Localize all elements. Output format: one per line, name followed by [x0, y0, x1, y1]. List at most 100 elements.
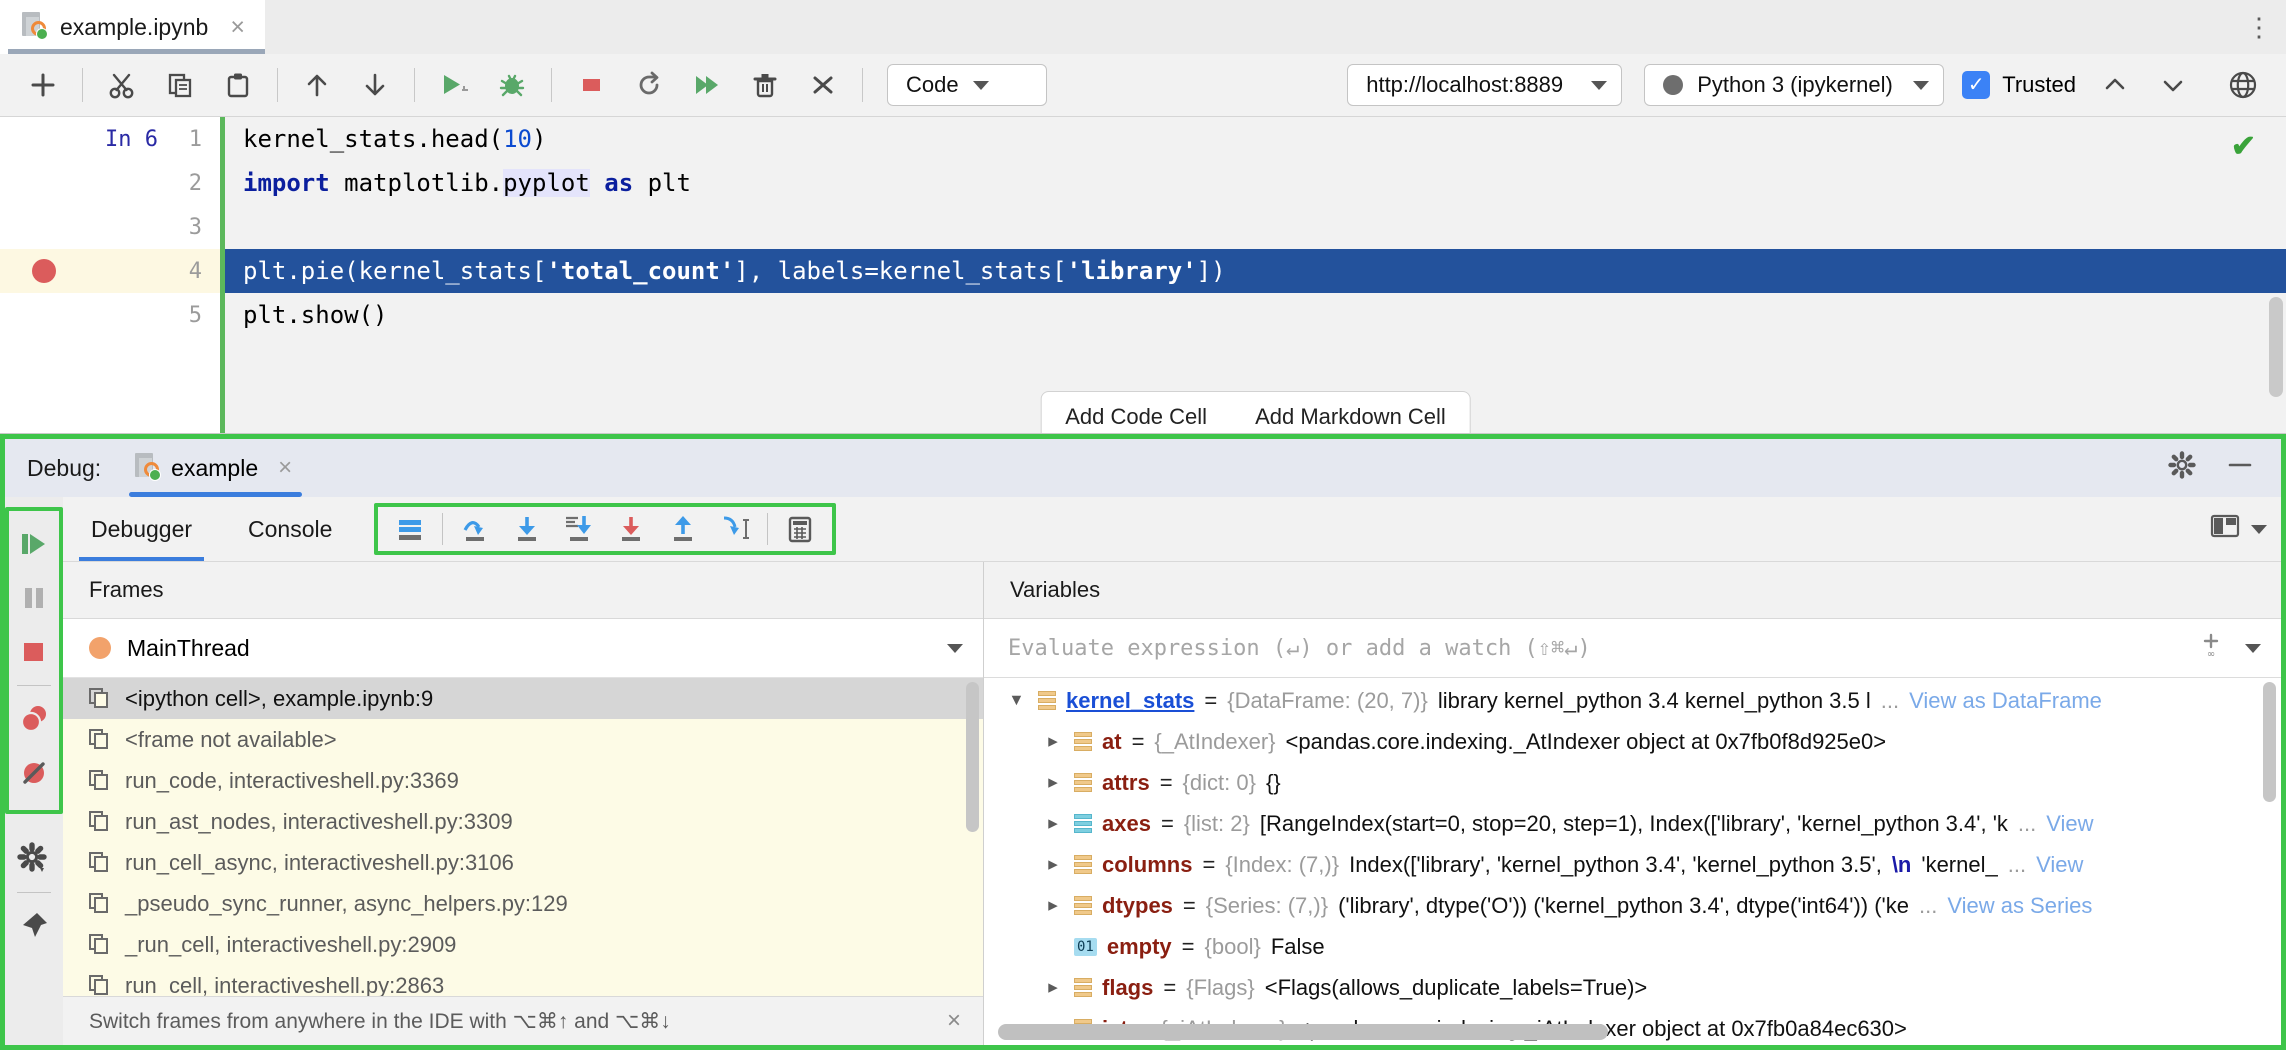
restart-kernel-button[interactable]	[626, 62, 672, 108]
chevron-right-icon[interactable]: ▸	[1042, 771, 1064, 794]
evaluate-expression-input[interactable]: Evaluate expression (↵) or add a watch (…	[984, 619, 2281, 678]
chevron-down-icon[interactable]	[947, 644, 963, 653]
variable-row-at[interactable]: ▸ at = {_AtIndexer} <pandas.core.indexin…	[984, 721, 2281, 762]
notebook-editor[interactable]: In 6 1 2 3 4 5 kernel_stats.head(10	[0, 117, 2286, 434]
gear-icon[interactable]	[2167, 450, 2197, 486]
chevron-down-icon[interactable]	[2251, 525, 2267, 534]
add-code-cell-button[interactable]: Add Code Cell	[1041, 392, 1231, 434]
frame-list-item[interactable]: run_code, interactiveshell.py:3369	[63, 760, 983, 801]
tab-debugger[interactable]: Debugger	[63, 497, 220, 561]
move-cell-up-button[interactable]	[294, 62, 340, 108]
gutter-line-4[interactable]: 4	[0, 249, 220, 293]
trusted-toggle[interactable]: ✓ Trusted	[1962, 71, 2076, 99]
chevron-right-icon[interactable]: ▸	[1042, 976, 1064, 999]
chevron-right-icon[interactable]: ▸	[1042, 894, 1064, 917]
variables-list[interactable]: ▸ kernel_stats = {DataFrame: (20, 7)} li…	[984, 678, 2281, 1045]
cut-cell-button[interactable]	[99, 62, 145, 108]
server-url-dropdown[interactable]: http://localhost:8889	[1347, 64, 1622, 106]
show-execution-point-button[interactable]	[384, 506, 436, 552]
smart-step-into-button[interactable]	[605, 506, 657, 552]
clear-outputs-button[interactable]	[800, 62, 846, 108]
next-cell-button[interactable]	[2150, 62, 2196, 108]
delete-cell-button[interactable]	[742, 62, 788, 108]
frames-list[interactable]: <ipython cell>, example.ipynb:9 <frame n…	[63, 678, 983, 996]
notebook-code-cell[interactable]: In 6 1 2 3 4 5 kernel_stats.head(10	[0, 117, 2286, 433]
interrupt-kernel-button[interactable]	[568, 62, 614, 108]
frames-scrollbar[interactable]	[966, 682, 979, 832]
layout-settings-icon[interactable]	[2209, 512, 2241, 546]
editor-gutter[interactable]: In 6 1 2 3 4 5	[0, 117, 220, 433]
stop-button[interactable]	[10, 625, 58, 679]
variable-row-kernel-stats[interactable]: ▸ kernel_stats = {DataFrame: (20, 7)} li…	[984, 680, 2281, 721]
run-cell-button[interactable]	[431, 62, 477, 108]
debug-cell-button[interactable]	[489, 62, 535, 108]
inspection-status-icon[interactable]: ✔	[2231, 129, 2256, 164]
open-in-browser-button[interactable]	[2220, 62, 2266, 108]
debug-session-tab[interactable]: example ×	[129, 439, 302, 497]
variable-type: {dict: 0}	[1183, 770, 1256, 796]
evaluate-expression-button[interactable]	[774, 506, 826, 552]
variables-horizontal-scrollbar[interactable]	[998, 1024, 1608, 1040]
chevron-right-icon[interactable]: ▸	[1042, 730, 1064, 753]
trusted-checkbox[interactable]: ✓	[1962, 71, 1990, 99]
editor-code-area[interactable]: kernel_stats.head(10) import matplotlib.…	[220, 117, 2286, 433]
pin-tab-button[interactable]	[10, 899, 58, 953]
chevron-down-icon[interactable]	[2245, 644, 2261, 653]
editor-tab-example-ipynb[interactable]: example.ipynb ×	[0, 0, 265, 54]
frame-list-item[interactable]: _pseudo_sync_runner, async_helpers.py:12…	[63, 883, 983, 924]
equals-sign: =	[1161, 811, 1174, 837]
settings-button[interactable]	[10, 832, 58, 886]
frame-list-item[interactable]: run_cell, interactiveshell.py:2863	[63, 965, 983, 996]
variable-row-columns[interactable]: ▸ columns = {Index: (7,)} Index(['librar…	[984, 844, 2281, 885]
variables-vertical-scrollbar[interactable]	[2263, 682, 2276, 802]
frame-list-item[interactable]: run_cell_async, interactiveshell.py:3106	[63, 842, 983, 883]
view-as-dataframe-link[interactable]: View as DataFrame	[1909, 688, 2102, 714]
variable-row-attrs[interactable]: ▸ attrs = {dict: 0} {}	[984, 762, 2281, 803]
previous-cell-button[interactable]	[2092, 62, 2138, 108]
add-cell-button[interactable]	[20, 62, 66, 108]
frame-list-item[interactable]: <ipython cell>, example.ipynb:9	[63, 678, 983, 719]
cell-type-dropdown[interactable]: Code	[887, 64, 1047, 106]
editor-scrollbar[interactable]	[2269, 297, 2283, 397]
kernel-dropdown[interactable]: Python 3 (ipykernel)	[1644, 64, 1944, 106]
copy-cell-button[interactable]	[157, 62, 203, 108]
close-icon[interactable]: ×	[278, 454, 292, 482]
mute-breakpoints-button[interactable]	[10, 746, 58, 800]
view-link[interactable]: View	[2046, 811, 2093, 837]
view-breakpoints-button[interactable]	[10, 692, 58, 746]
code-text: plt.show()	[243, 301, 388, 329]
close-icon[interactable]: ×	[947, 1007, 961, 1035]
step-into-button[interactable]	[501, 506, 553, 552]
run-to-cursor-button[interactable]	[709, 506, 761, 552]
close-icon[interactable]: ×	[230, 15, 245, 40]
variable-row-axes[interactable]: ▸ axes = {list: 2} [RangeIndex(start=0, …	[984, 803, 2281, 844]
run-all-button[interactable]	[684, 62, 730, 108]
tab-console[interactable]: Console	[220, 497, 360, 561]
view-as-series-link[interactable]: View as Series	[1947, 893, 2092, 919]
frame-list-item[interactable]: _run_cell, interactiveshell.py:2909	[63, 924, 983, 965]
thread-selector[interactable]: MainThread	[63, 619, 983, 678]
move-cell-down-button[interactable]	[352, 62, 398, 108]
paste-cell-button[interactable]	[215, 62, 261, 108]
step-out-button[interactable]	[657, 506, 709, 552]
toolbar-divider	[414, 68, 415, 102]
add-cell-buttons[interactable]: Add Code Cell Add Markdown Cell	[1040, 391, 1471, 434]
breakpoint-icon[interactable]	[32, 259, 56, 283]
editor-options-menu-icon[interactable]: ⋮	[2232, 0, 2286, 54]
variable-row-flags[interactable]: ▸ flags = {Flags} <Flags(allows_duplicat…	[984, 967, 2281, 1008]
minimize-icon[interactable]	[2225, 450, 2255, 486]
variable-row-empty[interactable]: 01 empty = {bool} False	[984, 926, 2281, 967]
frame-list-item[interactable]: <frame not available>	[63, 719, 983, 760]
chevron-right-icon[interactable]: ▸	[1006, 690, 1029, 712]
add-watch-icon[interactable]: ∞	[2197, 631, 2225, 665]
variable-row-dtypes[interactable]: ▸ dtypes = {Series: (7,)} ('library', dt…	[984, 885, 2281, 926]
force-step-into-button[interactable]	[553, 506, 605, 552]
add-markdown-cell-button[interactable]: Add Markdown Cell	[1231, 392, 1470, 434]
pause-program-button[interactable]	[10, 571, 58, 625]
step-over-button[interactable]	[449, 506, 501, 552]
chevron-right-icon[interactable]: ▸	[1042, 853, 1064, 876]
chevron-right-icon[interactable]: ▸	[1042, 812, 1064, 835]
view-link[interactable]: View	[2036, 852, 2083, 878]
resume-program-button[interactable]	[10, 517, 58, 571]
frame-list-item[interactable]: run_ast_nodes, interactiveshell.py:3309	[63, 801, 983, 842]
